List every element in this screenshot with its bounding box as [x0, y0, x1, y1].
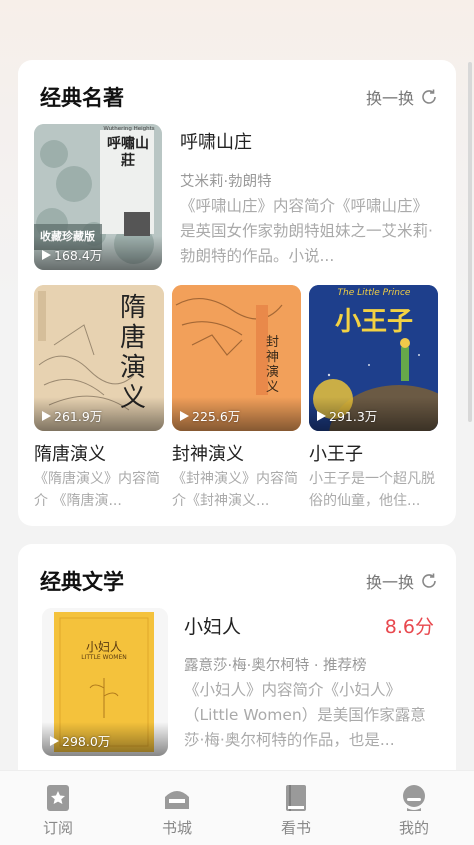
- bottom-tab-bar: 订阅 书城 看书 我的: [0, 770, 474, 845]
- tab-bookstore[interactable]: 书城: [137, 783, 217, 838]
- refresh-button[interactable]: 换一换: [366, 569, 438, 593]
- section-header: 经典名著 换一换: [40, 82, 438, 112]
- book-description: 《封神演义》内容简介《封神演义...: [172, 471, 298, 509]
- tab-label: 订阅: [42, 819, 73, 837]
- cover-subtitle: The Little Prince: [337, 288, 411, 298]
- classic-literature-card: 经典文学 换一换 小妇人 LITTLE WOMEN 298.0万 小妇人 8.6…: [18, 544, 456, 804]
- book-title[interactable]: 封神演义: [172, 440, 244, 466]
- book-title[interactable]: 小王子: [309, 440, 363, 466]
- play-icon: [42, 249, 51, 260]
- book-cover[interactable]: 小妇人 LITTLE WOMEN 298.0万: [42, 608, 168, 756]
- play-count: 261.9万: [42, 406, 102, 425]
- play-count-value: 298.0万: [62, 734, 111, 749]
- refresh-label: 换一换: [365, 89, 414, 108]
- cover-title: 封神演义: [266, 335, 280, 395]
- cover-title: 小妇人: [85, 640, 122, 654]
- section-title: 经典名著: [40, 86, 124, 110]
- play-count-value: 261.9万: [54, 409, 103, 424]
- classic-masterpieces-card: 经典名著 换一换 呼嘯山莊 Wuthering Heights 168.4万 呼…: [18, 60, 456, 526]
- book-score: 8.6分: [384, 616, 434, 638]
- book-author: 露意莎·梅·奥尔柯特 · 推荐榜: [184, 658, 367, 674]
- cover-title: 呼嘯山莊: [107, 136, 149, 169]
- tab-label: 书城: [161, 819, 192, 837]
- scrollbar[interactable]: [468, 62, 472, 422]
- book-cover[interactable]: 呼嘯山莊 Wuthering Heights 收藏珍藏版 168.4万: [34, 124, 162, 270]
- tab-subscribe[interactable]: 订阅: [18, 783, 98, 838]
- play-count: 225.6万: [180, 406, 240, 425]
- profile-icon: [403, 785, 425, 811]
- play-icon: [317, 410, 326, 421]
- tab-profile[interactable]: 我的: [374, 783, 454, 838]
- read-book-icon: [286, 785, 306, 811]
- cover-subtitle: LITTLE WOMEN: [81, 654, 127, 661]
- tab-label: 我的: [398, 819, 429, 837]
- book-description: 《隋唐演义》内容简介 《隋唐演...: [34, 471, 160, 509]
- book-cover[interactable]: The Little Prince 小王子 291.3万: [309, 285, 438, 431]
- book-title[interactable]: 小妇人: [184, 612, 241, 639]
- play-count-value: 225.6万: [192, 409, 241, 424]
- book-title[interactable]: 隋唐演义: [34, 440, 106, 466]
- tab-read-book[interactable]: 看书: [256, 783, 336, 838]
- book-title[interactable]: 呼啸山庄: [180, 128, 252, 154]
- refresh-icon: [422, 573, 436, 588]
- refresh-icon: [422, 89, 436, 104]
- play-count-value: 168.4万: [54, 248, 103, 263]
- play-count: 291.3万: [317, 406, 377, 425]
- refresh-label: 换一换: [365, 573, 414, 592]
- cover-subtitle: Wuthering Heights: [103, 126, 155, 132]
- book-cover[interactable]: 隋唐演义 261.9万: [34, 285, 164, 431]
- play-count-value: 291.3万: [329, 409, 378, 424]
- section-header: 经典文学 换一换: [40, 566, 438, 596]
- refresh-button[interactable]: 换一换: [366, 85, 438, 109]
- book-author: 艾米莉·勃朗特: [180, 174, 272, 190]
- cover-title: 小王子: [334, 307, 413, 337]
- play-icon: [180, 410, 189, 421]
- section-title: 经典文学: [40, 570, 124, 594]
- tab-label: 看书: [280, 819, 311, 837]
- book-description: 《小妇人》内容简介《小妇人》（Little Women）是美国作家露意莎·梅·奥…: [184, 681, 426, 749]
- play-count: 298.0万: [50, 731, 110, 750]
- play-count: 168.4万: [42, 245, 102, 264]
- book-description: 小王子是一个超凡脱俗的仙童，他住...: [309, 471, 435, 509]
- book-cover[interactable]: 封神演义 225.6万: [172, 285, 301, 431]
- subscribe-icon: [47, 785, 69, 811]
- cover-title: 隋唐演义: [120, 293, 147, 413]
- play-icon: [50, 735, 59, 746]
- bookstore-icon: [165, 791, 189, 809]
- play-icon: [42, 410, 51, 421]
- book-description: 《呼啸山庄》内容简介《呼啸山庄》是英国女作家勃朗特姐妹之一艾米莉·勃朗特的作品。…: [180, 197, 433, 265]
